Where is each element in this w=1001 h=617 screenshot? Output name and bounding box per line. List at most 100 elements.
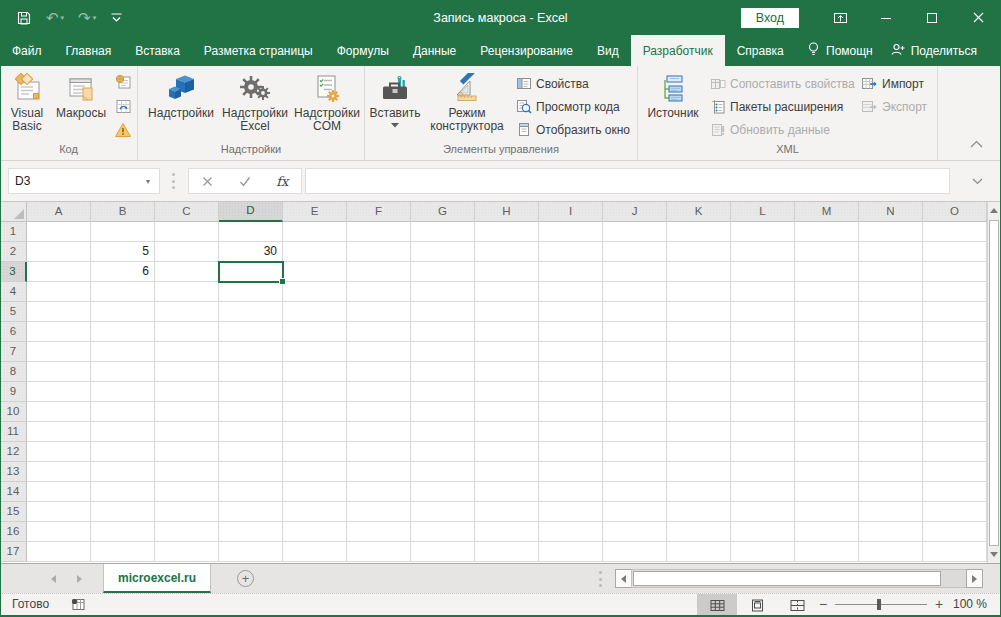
cell-G3[interactable] (411, 262, 475, 282)
cell-B9[interactable] (91, 382, 155, 402)
cell-N17[interactable] (859, 542, 923, 562)
cell-I4[interactable] (539, 282, 603, 302)
cell-J5[interactable] (603, 302, 667, 322)
cell-O9[interactable] (923, 382, 987, 402)
cell-J2[interactable] (603, 242, 667, 262)
row-header-14[interactable]: 14 (0, 482, 27, 502)
cell-K7[interactable] (667, 342, 731, 362)
tab-file[interactable]: Файл (0, 35, 54, 66)
cell-I17[interactable] (539, 542, 603, 562)
row-header-11[interactable]: 11 (0, 422, 27, 442)
cell-H6[interactable] (475, 322, 539, 342)
cell-G2[interactable] (411, 242, 475, 262)
row-header-15[interactable]: 15 (0, 502, 27, 522)
cell-N1[interactable] (859, 222, 923, 242)
cell-F9[interactable] (347, 382, 411, 402)
cell-K3[interactable] (667, 262, 731, 282)
cell-C15[interactable] (155, 502, 219, 522)
row-header-6[interactable]: 6 (0, 322, 27, 342)
cell-F13[interactable] (347, 462, 411, 482)
cell-L12[interactable] (731, 442, 795, 462)
cell-N12[interactable] (859, 442, 923, 462)
zoom-level-label[interactable]: 100 % (953, 597, 987, 611)
tab-help[interactable]: Справка (725, 35, 796, 66)
cell-O5[interactable] (923, 302, 987, 322)
cell-E12[interactable] (283, 442, 347, 462)
cell-J3[interactable] (603, 262, 667, 282)
column-header-N[interactable]: N (859, 202, 923, 222)
expansion-packs-button[interactable]: Пакеты расширения (709, 95, 859, 118)
vertical-scrollbar[interactable] (987, 202, 1000, 563)
cell-C9[interactable] (155, 382, 219, 402)
cell-O16[interactable] (923, 522, 987, 542)
cell-L4[interactable] (731, 282, 795, 302)
cell-M10[interactable] (795, 402, 859, 422)
cell-B15[interactable] (91, 502, 155, 522)
cell-J17[interactable] (603, 542, 667, 562)
cell-E13[interactable] (283, 462, 347, 482)
cell-O14[interactable] (923, 482, 987, 502)
cell-M7[interactable] (795, 342, 859, 362)
cell-J4[interactable] (603, 282, 667, 302)
cell-K2[interactable] (667, 242, 731, 262)
sheet-next-icon[interactable] (70, 564, 88, 593)
cell-J15[interactable] (603, 502, 667, 522)
cell-A2[interactable] (27, 242, 91, 262)
row-header-17[interactable]: 17 (0, 542, 27, 562)
cell-E5[interactable] (283, 302, 347, 322)
cell-D16[interactable] (219, 522, 283, 542)
cell-G17[interactable] (411, 542, 475, 562)
row-header-16[interactable]: 16 (0, 522, 27, 542)
cell-O2[interactable] (923, 242, 987, 262)
cell-K6[interactable] (667, 322, 731, 342)
row-header-13[interactable]: 13 (0, 462, 27, 482)
cell-C12[interactable] (155, 442, 219, 462)
import-button[interactable]: Импорт (861, 72, 927, 95)
cell-D1[interactable] (219, 222, 283, 242)
fill-handle[interactable] (279, 278, 286, 285)
cell-L9[interactable] (731, 382, 795, 402)
macros-button[interactable]: Макросы (52, 68, 110, 120)
cell-I14[interactable] (539, 482, 603, 502)
cell-H12[interactable] (475, 442, 539, 462)
maximize-icon[interactable] (909, 0, 955, 35)
column-header-D[interactable]: D (219, 202, 283, 222)
cell-O10[interactable] (923, 402, 987, 422)
cell-A9[interactable] (27, 382, 91, 402)
cell-O6[interactable] (923, 322, 987, 342)
scroll-right-icon[interactable] (966, 569, 983, 588)
cell-J16[interactable] (603, 522, 667, 542)
row-header-4[interactable]: 4 (0, 282, 27, 302)
cell-I10[interactable] (539, 402, 603, 422)
cell-A17[interactable] (27, 542, 91, 562)
zoom-slider-thumb[interactable] (877, 599, 881, 610)
design-mode-button[interactable]: Режим конструктора (423, 68, 511, 133)
name-box[interactable]: D3 ▼ (8, 168, 160, 194)
zoom-in-icon[interactable]: + (932, 596, 946, 612)
scroll-left-icon[interactable] (615, 569, 632, 588)
cell-N4[interactable] (859, 282, 923, 302)
cell-F10[interactable] (347, 402, 411, 422)
cell-L5[interactable] (731, 302, 795, 322)
cell-M15[interactable] (795, 502, 859, 522)
cell-B16[interactable] (91, 522, 155, 542)
cell-B14[interactable] (91, 482, 155, 502)
row-header-1[interactable]: 1 (0, 222, 27, 242)
cell-I15[interactable] (539, 502, 603, 522)
cell-K5[interactable] (667, 302, 731, 322)
column-header-A[interactable]: A (27, 202, 91, 222)
cell-E16[interactable] (283, 522, 347, 542)
tab-page-layout[interactable]: Разметка страницы (192, 35, 325, 66)
cell-G1[interactable] (411, 222, 475, 242)
cell-G10[interactable] (411, 402, 475, 422)
cell-K17[interactable] (667, 542, 731, 562)
cancel-icon[interactable] (189, 169, 226, 193)
cell-L2[interactable] (731, 242, 795, 262)
row-header-2[interactable]: 2 (0, 242, 27, 262)
cell-A5[interactable] (27, 302, 91, 322)
cell-N10[interactable] (859, 402, 923, 422)
cell-M2[interactable] (795, 242, 859, 262)
cell-H16[interactable] (475, 522, 539, 542)
cell-L15[interactable] (731, 502, 795, 522)
cell-H9[interactable] (475, 382, 539, 402)
